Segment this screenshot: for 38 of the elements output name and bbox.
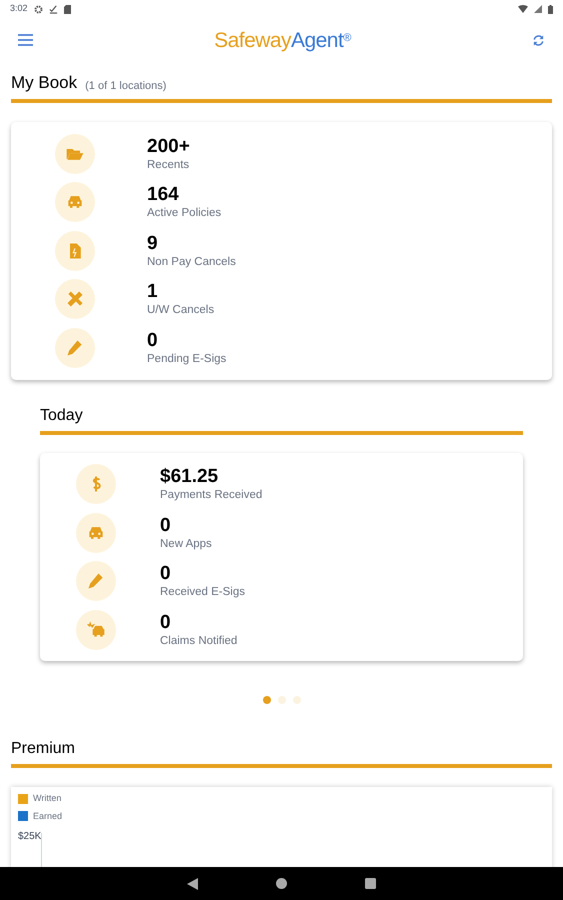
stat-value: 9	[147, 232, 159, 255]
stat-label: U/W Cancels	[147, 303, 214, 318]
signal-icon	[534, 5, 542, 13]
stat-value: 0	[160, 563, 172, 586]
stat-value: 0	[147, 330, 159, 352]
stat-label: Recents	[147, 158, 190, 172]
stat-value: 0	[160, 612, 172, 634]
status-time: 3:02	[10, 2, 28, 16]
location-count: (1 of 1 locations)	[85, 79, 166, 94]
wifi-icon	[518, 5, 528, 13]
check-icon	[48, 4, 58, 14]
app-logo: SafewayAgent$^{®}$	[214, 30, 351, 50]
y-axis-line	[41, 833, 42, 867]
stat-label: New Apps	[160, 536, 212, 551]
section-title: Premium	[11, 740, 76, 757]
battery-icon	[548, 4, 553, 14]
recents-icon[interactable]	[365, 878, 376, 889]
section-title: My Book	[11, 72, 78, 94]
stat-value: 164	[147, 184, 180, 206]
stat-label: Pending E-Sigs	[147, 352, 226, 366]
stat-value: 0	[160, 514, 172, 537]
section-title: Today	[40, 407, 83, 424]
legend-label: Written	[33, 792, 62, 805]
stat-value: $61.25	[160, 466, 220, 488]
sd-card-icon	[64, 4, 71, 14]
stat-label: Active Policies	[147, 206, 222, 220]
stat-label: Payments Received	[160, 488, 262, 502]
axis-tick-label: $25K	[18, 830, 42, 844]
menu-icon[interactable]	[18, 34, 33, 46]
stat-label: Claims Notified	[160, 634, 238, 648]
stat-value: 1	[147, 281, 159, 304]
back-icon[interactable]	[187, 878, 198, 890]
refresh-icon[interactable]	[532, 34, 545, 46]
stat-value: 200+	[147, 136, 190, 158]
legend-label: Earned	[33, 810, 62, 822]
stat-label: Received E-Sigs	[160, 585, 246, 600]
home-icon[interactable]	[276, 878, 287, 889]
stat-label: Non Pay Cancels	[147, 254, 236, 269]
